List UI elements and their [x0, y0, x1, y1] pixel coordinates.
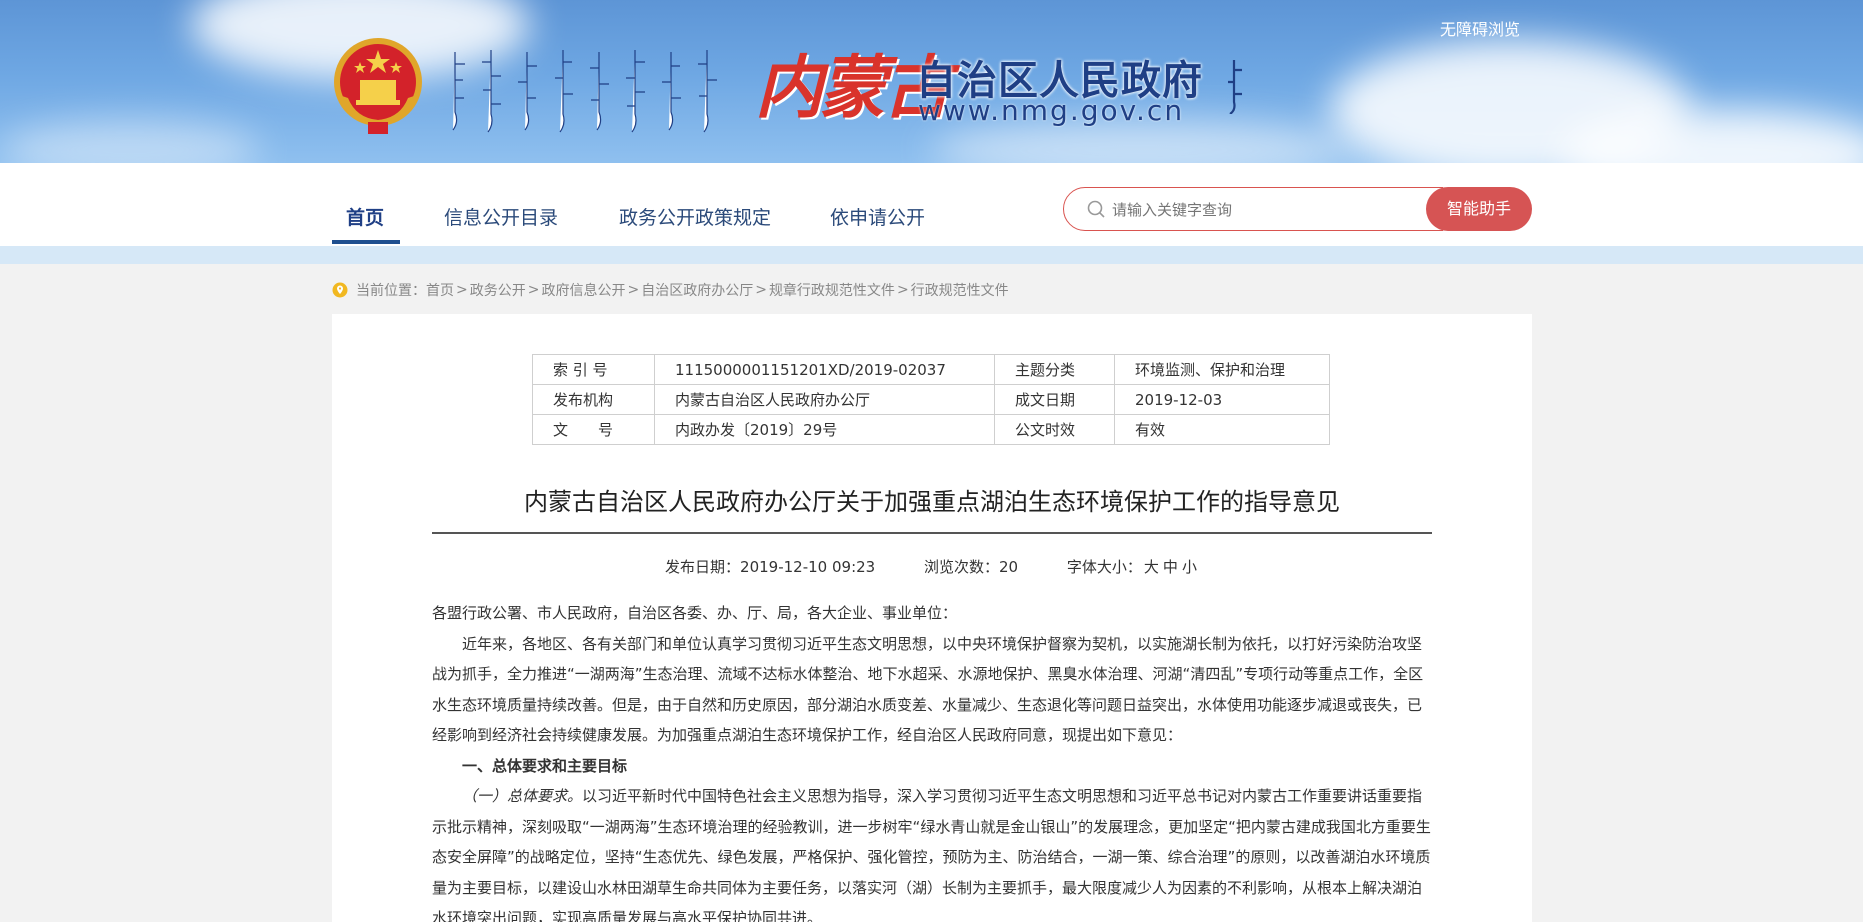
document-meta-table: 索 引 号 1115000001151201XD/2019-02037 主题分类…	[532, 354, 1330, 445]
font-size-large[interactable]: 大	[1144, 558, 1159, 576]
article-salutation: 各盟行政公署、市人民政府，自治区各委、办、厅、局，各大企业、事业单位：	[432, 604, 958, 622]
breadcrumb-normative-docs[interactable]: 行政规范性文件	[911, 280, 1009, 300]
cloud-decoration	[0, 120, 260, 163]
publish-info: 发布日期：2019-12-10 09:23 浏览次数：20 字体大小：大中小	[332, 556, 1532, 577]
view-count-value: 20	[999, 558, 1019, 576]
accessibility-link[interactable]: 无障碍浏览	[1440, 16, 1520, 40]
article-paragraph: 近年来，各地区、各有关部门和单位认真学习贯彻习近平生态文明思想，以中央环境保护督…	[432, 634, 1424, 745]
meta-docno-label: 文 号	[532, 414, 655, 445]
font-size-label: 字体大小：	[1066, 558, 1142, 576]
location-pin-icon	[332, 282, 348, 298]
breadcrumb-separator: >	[755, 282, 767, 298]
breadcrumb-gov-info[interactable]: 政府信息公开	[541, 280, 625, 300]
nav-policy-rules[interactable]: 政务公开政策规定	[619, 203, 771, 230]
article-title: 内蒙古自治区人民政府办公厅关于加强重点湖泊生态环境保护工作的指导意见	[524, 488, 1340, 516]
nav-bottom-strip	[0, 246, 1863, 264]
nav-active-indicator	[332, 240, 400, 244]
search-input[interactable]	[1112, 196, 1432, 224]
search-box	[1063, 187, 1443, 231]
meta-date-label: 成文日期	[994, 384, 1115, 415]
search-icon	[1087, 200, 1105, 218]
meta-validity-label: 公文时效	[994, 414, 1115, 445]
breadcrumb-regulations[interactable]: 规章行政规范性文件	[769, 280, 895, 300]
meta-topic-value: 环境监测、保护和治理	[1114, 354, 1330, 385]
publish-date-label: 发布日期：	[665, 558, 741, 576]
meta-index-value: 1115000001151201XD/2019-02037	[654, 354, 995, 385]
meta-validity-value: 有效	[1114, 414, 1330, 445]
nav-apply-disclosure[interactable]: 依申请公开	[830, 203, 925, 230]
meta-docno-value: 内政办发〔2019〕29号	[654, 414, 995, 445]
meta-date-value: 2019-12-03	[1114, 384, 1330, 415]
meta-issuer-label: 发布机构	[532, 384, 655, 415]
meta-topic-label: 主题分类	[994, 354, 1115, 385]
font-size-medium[interactable]: 中	[1163, 558, 1178, 576]
title-divider	[432, 532, 1432, 534]
font-size-control: 字体大小：大中小	[1067, 558, 1199, 576]
meta-index-label: 索 引 号	[532, 354, 655, 385]
subsection-label: （一）总体要求。	[462, 787, 583, 805]
national-emblem-icon	[334, 38, 422, 134]
nav-home[interactable]: 首页	[346, 203, 384, 230]
subsection-text: 以习近平新时代中国特色社会主义思想为指导，深入学习贯彻习近平生态文明思想和习近平…	[432, 787, 1431, 922]
mongolian-script-small	[1228, 60, 1242, 114]
breadcrumb-gov-office[interactable]: 自治区政府办公厅	[641, 280, 753, 300]
mongolian-script-logo	[452, 50, 717, 133]
meta-issuer-value: 内蒙古自治区人民政府办公厅	[654, 384, 995, 415]
article-body: 各盟行政公署、市人民政府，自治区各委、办、厅、局，各大企业、事业单位： 近年来，…	[432, 598, 1432, 922]
font-size-small[interactable]: 小	[1182, 558, 1197, 576]
publish-date-value: 2019-12-10 09:23	[740, 558, 876, 576]
section-heading: 一、总体要求和主要目标	[462, 756, 628, 775]
breadcrumb-separator: >	[896, 282, 909, 298]
article-card: 索 引 号 1115000001151201XD/2019-02037 主题分类…	[332, 314, 1532, 922]
breadcrumb-prefix: 当前位置：	[356, 283, 426, 299]
view-count: 浏览次数：20	[924, 558, 1018, 576]
meta-row: 发布机构 内蒙古自治区人民政府办公厅 成文日期 2019-12-03	[532, 384, 1330, 415]
meta-row: 文 号 内政办发〔2019〕29号 公文时效 有效	[532, 414, 1330, 445]
breadcrumb-separator: >	[627, 282, 640, 298]
view-count-label: 浏览次数：	[924, 558, 1000, 576]
breadcrumb-separator: >	[527, 282, 540, 298]
main-nav: 首页 信息公开目录 政务公开政策规定 依申请公开 智能助手	[0, 163, 1863, 246]
meta-row: 索 引 号 1115000001151201XD/2019-02037 主题分类…	[532, 354, 1330, 385]
header-banner: 无障碍浏览 内蒙古 自治区人民政府 www.nmg.gov.cn	[0, 0, 1863, 163]
breadcrumb: 当前位置： 首页 > 政务公开 > 政府信息公开 > 自治区政府办公厅 > 规章…	[332, 280, 1009, 300]
breadcrumb-separator: >	[456, 282, 468, 298]
breadcrumb-gov-affairs[interactable]: 政务公开	[470, 280, 526, 300]
article-paragraph: （一）总体要求。以习近平新时代中国特色社会主义思想为指导，深入学习贯彻习近平生态…	[432, 781, 1432, 922]
breadcrumb-home[interactable]: 首页	[426, 280, 454, 300]
nav-info-catalog[interactable]: 信息公开目录	[444, 203, 558, 230]
site-url: www.nmg.gov.cn	[918, 94, 1185, 127]
publish-date: 发布日期：2019-12-10 09:23	[665, 558, 875, 576]
smart-assistant-button[interactable]: 智能助手	[1426, 187, 1532, 231]
